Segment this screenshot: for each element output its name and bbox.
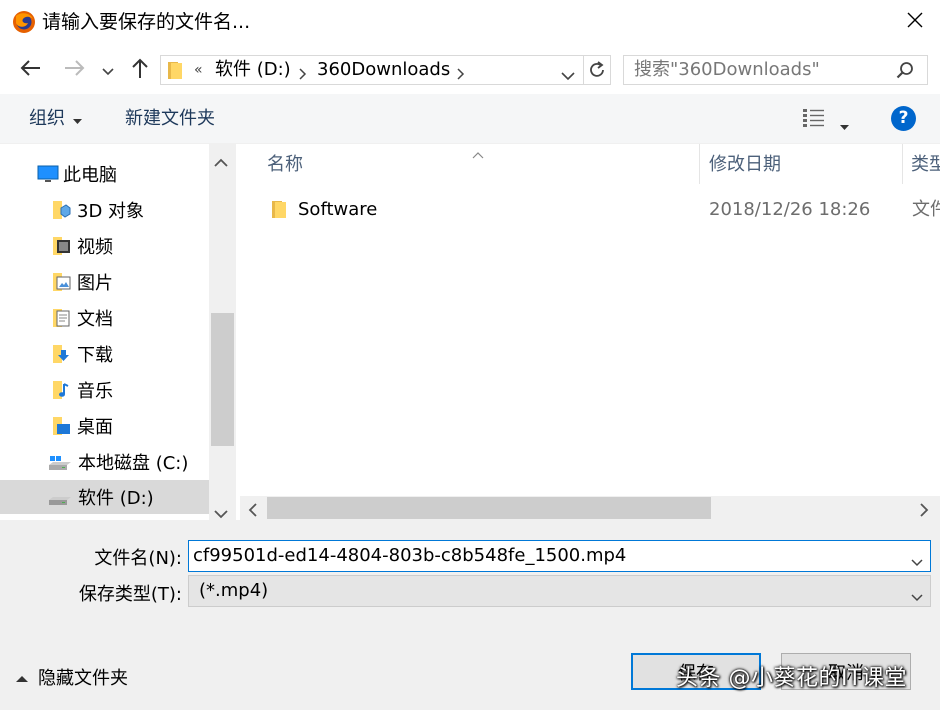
- close-icon: [906, 11, 924, 33]
- view-options-button[interactable]: [803, 108, 825, 132]
- help-button[interactable]: ?: [891, 106, 916, 131]
- breadcrumb-overflow[interactable]: «: [194, 56, 203, 84]
- filetype-label: 保存类型(T):: [78, 584, 182, 605]
- hide-folders-toggle[interactable]: 隐藏文件夹: [16, 664, 128, 690]
- music-icon: [51, 380, 71, 400]
- scroll-left-icon[interactable]: [248, 502, 257, 521]
- folder-icon: [167, 60, 183, 84]
- organize-button[interactable]: 组织: [29, 107, 82, 131]
- file-name[interactable]: Software: [298, 198, 377, 222]
- nav-scrollbar-thumb[interactable]: [211, 313, 234, 446]
- folder-icon: [271, 199, 287, 223]
- desktop-icon: [51, 416, 71, 436]
- search-input[interactable]: 搜索"360Downloads": [623, 55, 928, 85]
- chevron-down-icon: [102, 61, 114, 80]
- nav-item-label: 软件 (D:): [78, 488, 154, 509]
- column-header-modified[interactable]: 修改日期: [709, 153, 781, 177]
- filename-label: 文件名(N):: [94, 548, 182, 569]
- firefox-icon: [12, 10, 36, 34]
- 3d-objects-icon: [51, 200, 71, 220]
- address-bar[interactable]: « 软件 (D:) 360Downloads: [160, 55, 611, 85]
- file-modified: 2018/12/26 18:26: [709, 199, 871, 220]
- documents-icon: [51, 308, 71, 328]
- window-title: 请输入要保存的文件名...: [42, 11, 251, 33]
- nav-item-label: 3D 对象: [77, 201, 145, 222]
- search-icon[interactable]: [896, 61, 914, 83]
- organize-label: 组织: [29, 108, 65, 129]
- caret-down-icon: [840, 116, 849, 135]
- help-icon: ?: [898, 108, 909, 128]
- details-view-icon: [803, 109, 825, 132]
- nav-item-label: 桌面: [77, 417, 113, 438]
- recent-locations-button[interactable]: [95, 55, 121, 85]
- column-header-name[interactable]: 名称: [267, 153, 303, 177]
- chevron-up-icon: [16, 668, 28, 687]
- address-dropdown-icon[interactable]: [561, 66, 575, 85]
- navigation-pane[interactable]: 此电脑 3D 对象 视频 图片 文档 下载 音乐 桌面 本地磁盘 (C:) 软件…: [0, 144, 236, 520]
- back-arrow-icon: [19, 59, 41, 81]
- nav-item-software-d[interactable]: 软件 (D:): [0, 480, 209, 514]
- caret-down-icon: [73, 110, 82, 129]
- chevron-down-icon[interactable]: [911, 552, 923, 571]
- nav-item-label: 此电脑: [63, 165, 117, 186]
- chevron-down-icon[interactable]: [911, 587, 923, 606]
- file-type: 文件: [912, 199, 940, 220]
- search-placeholder: 搜索"360Downloads": [634, 59, 820, 80]
- watermark: 头条 @小葵花的IT课堂: [676, 666, 907, 691]
- downloads-icon: [51, 344, 71, 364]
- up-button[interactable]: [125, 55, 155, 85]
- videos-icon: [51, 236, 71, 256]
- filename-value: cf99501d-ed14-4804-803b-c8b548fe_1500.mp…: [193, 545, 627, 566]
- hide-folders-label: 隐藏文件夹: [38, 668, 128, 689]
- sort-ascending-icon: [472, 144, 484, 163]
- refresh-icon[interactable]: [588, 61, 606, 83]
- pictures-icon: [51, 272, 71, 292]
- address-divider: [583, 56, 584, 84]
- drive-icon: [48, 452, 72, 472]
- this-pc-icon: [37, 164, 59, 184]
- horizontal-scrollbar-thumb[interactable]: [267, 497, 711, 519]
- chevron-right-icon[interactable]: [299, 65, 307, 84]
- column-header-type[interactable]: 类型: [911, 153, 940, 177]
- scroll-up-icon[interactable]: [214, 152, 228, 171]
- nav-item-label: 文档: [77, 309, 113, 330]
- up-arrow-icon: [131, 57, 149, 83]
- view-options-dropdown[interactable]: [840, 116, 849, 135]
- forward-button[interactable]: [60, 55, 90, 85]
- back-button[interactable]: [15, 55, 45, 85]
- column-divider[interactable]: [699, 144, 700, 184]
- nav-item-label: 下载: [77, 345, 113, 366]
- new-folder-button[interactable]: 新建文件夹: [125, 107, 215, 131]
- breadcrumb-360downloads[interactable]: 360Downloads: [317, 56, 450, 84]
- scroll-right-icon[interactable]: [920, 502, 929, 521]
- chevron-right-icon[interactable]: [457, 65, 465, 84]
- nav-item-label: 音乐: [77, 381, 113, 402]
- filetype-value: (*.mp4): [199, 580, 269, 601]
- filetype-select[interactable]: (*.mp4): [188, 575, 931, 607]
- breadcrumb-drive-d[interactable]: 软件 (D:): [215, 56, 291, 84]
- forward-arrow-icon: [64, 59, 86, 81]
- close-button[interactable]: [890, 0, 940, 44]
- drive-icon: [48, 487, 72, 507]
- nav-item-label: 图片: [77, 273, 113, 294]
- column-divider[interactable]: [902, 144, 903, 184]
- nav-item-label: 视频: [77, 237, 113, 258]
- filename-input[interactable]: cf99501d-ed14-4804-803b-c8b548fe_1500.mp…: [188, 540, 931, 572]
- nav-item-label: 本地磁盘 (C:): [78, 453, 189, 474]
